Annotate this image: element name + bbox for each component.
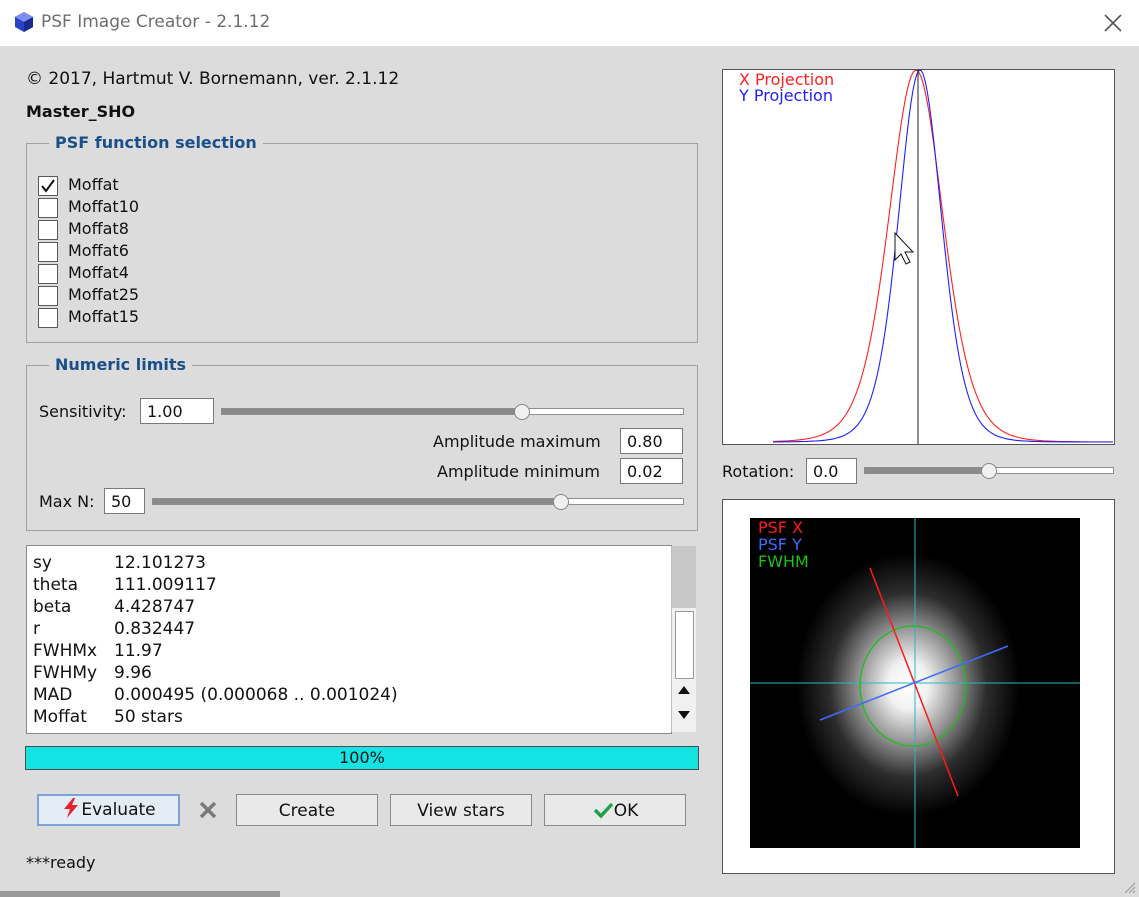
check-icon: [593, 802, 614, 819]
log-value: 4.428747: [114, 597, 196, 617]
app-logo-icon: [15, 12, 33, 32]
psf-star-image: PSF X PSF Y FWHM: [750, 518, 1080, 848]
progress-bar: 100%: [25, 746, 699, 770]
evaluate-button[interactable]: Evaluate: [37, 794, 180, 826]
log-key: FWHMx: [33, 641, 98, 661]
log-line: r 0.832447: [33, 619, 195, 639]
lightning-icon: [64, 798, 79, 818]
checkbox-box[interactable]: [38, 176, 58, 196]
projection-plot-canvas: X Projection Y Projection: [738, 69, 1113, 444]
max-n-slider-fill: [153, 499, 561, 504]
rotation-slider-handle[interactable]: [981, 463, 997, 479]
log-key: theta: [33, 575, 78, 595]
checkbox-box[interactable]: [38, 242, 58, 262]
cancel-icon[interactable]: [197, 799, 219, 821]
log-line: Moffat 50 stars: [33, 707, 183, 727]
sensitivity-label: Sensitivity:: [39, 402, 127, 421]
evaluate-button-label: Evaluate: [81, 800, 156, 820]
log-value: 0.832447: [114, 619, 196, 639]
log-key: beta: [33, 597, 72, 617]
x-projection-curve: [773, 69, 1113, 443]
checkbox-label: Moffat25: [68, 285, 140, 304]
checkbox-box[interactable]: [38, 264, 58, 284]
log-key: Moffat: [33, 707, 87, 727]
amplitude-max-field[interactable]: 0.80: [620, 428, 683, 454]
log-value: 0.000495 (0.000068 .. 0.001024): [114, 685, 398, 705]
sensitivity-slider-track[interactable]: [221, 408, 684, 415]
log-value: 50 stars: [114, 707, 183, 727]
checkbox-label: Moffat10: [68, 197, 140, 216]
scroll-down-icon[interactable]: [677, 710, 691, 720]
projection-plot: X Projection Y Projection: [722, 69, 1115, 445]
max-n-label: Max N:: [39, 492, 95, 511]
log-value: 11.97: [114, 641, 163, 661]
checkmark-icon: [41, 179, 55, 193]
window-edge: [0, 891, 280, 897]
sensitivity-field[interactable]: 1.00: [140, 398, 214, 424]
log-line: FWHMx 11.97: [33, 641, 163, 661]
log-line: theta 111.009117: [33, 575, 217, 595]
ok-button[interactable]: OK: [544, 794, 686, 826]
log-key: MAD: [33, 685, 73, 705]
results-log[interactable]: sy 12.101273 theta 111.009117 beta 4.428747…: [26, 545, 672, 734]
amplitude-min-field[interactable]: 0.02: [620, 458, 683, 484]
max-n-slider-handle[interactable]: [553, 494, 569, 510]
rotation-field[interactable]: 0.0: [806, 458, 857, 484]
y-projection-curve: [773, 69, 1113, 443]
log-line: MAD 0.000495 (0.000068 .. 0.001024): [33, 685, 398, 705]
document-name: Master_SHO: [26, 102, 136, 121]
log-line: beta 4.428747: [33, 597, 195, 617]
amplitude-max-label: Amplitude maximum: [433, 432, 601, 451]
scroll-up-icon[interactable]: [677, 685, 691, 695]
log-key: r: [33, 619, 40, 639]
y-projection-legend: Y Projection: [738, 86, 833, 105]
max-n-slider-track[interactable]: [152, 498, 684, 505]
rotation-slider-fill: [865, 468, 989, 473]
checkbox-label: Moffat: [68, 175, 119, 194]
scrollbar-thumb[interactable]: [675, 611, 694, 679]
psf-selection-title: PSF function selection: [49, 133, 263, 152]
log-value: 111.009117: [114, 575, 217, 595]
checkbox-label: Moffat4: [68, 263, 129, 282]
results-scrollbar[interactable]: [671, 546, 696, 732]
scrollbar-track-upper[interactable]: [672, 546, 696, 608]
sensitivity-slider-handle[interactable]: [514, 404, 530, 420]
log-line: sy 12.101273: [33, 553, 206, 573]
checkbox-label: Moffat6: [68, 241, 129, 260]
log-value: 9.96: [114, 663, 152, 683]
checkbox-box[interactable]: [38, 220, 58, 240]
checkbox-box[interactable]: [38, 286, 58, 306]
resize-grip-icon[interactable]: [1122, 880, 1136, 894]
ok-button-label: OK: [613, 801, 639, 821]
fwhm-legend: FWHM: [758, 552, 809, 571]
checkbox-label: Moffat15: [68, 307, 140, 326]
mouse-cursor-icon: [894, 231, 915, 265]
max-n-field[interactable]: 50: [104, 488, 145, 514]
log-value: 12.101273: [114, 553, 206, 573]
sensitivity-slider-fill: [222, 409, 522, 414]
log-line: FWHMy 9.96: [33, 663, 152, 683]
rotation-label: Rotation:: [722, 462, 795, 481]
copyright-text: © 2017, Hartmut V. Bornemann, ver. 2.1.1…: [26, 69, 400, 89]
checkbox-label: Moffat8: [68, 219, 129, 238]
status-text: ***ready: [26, 853, 96, 872]
log-key: FWHMy: [33, 663, 98, 683]
log-key: sy: [33, 553, 52, 573]
psf-image-panel: PSF X PSF Y FWHM: [722, 499, 1115, 874]
create-button[interactable]: Create: [236, 794, 378, 826]
amplitude-min-label: Amplitude minimum: [437, 462, 601, 481]
checkbox-box[interactable]: [38, 198, 58, 218]
checkbox-box[interactable]: [38, 308, 58, 328]
view-stars-button[interactable]: View stars: [390, 794, 532, 826]
close-icon[interactable]: [1098, 8, 1128, 38]
numeric-limits-title: Numeric limits: [49, 355, 193, 374]
window-title: PSF Image Creator - 2.1.12: [41, 12, 271, 32]
